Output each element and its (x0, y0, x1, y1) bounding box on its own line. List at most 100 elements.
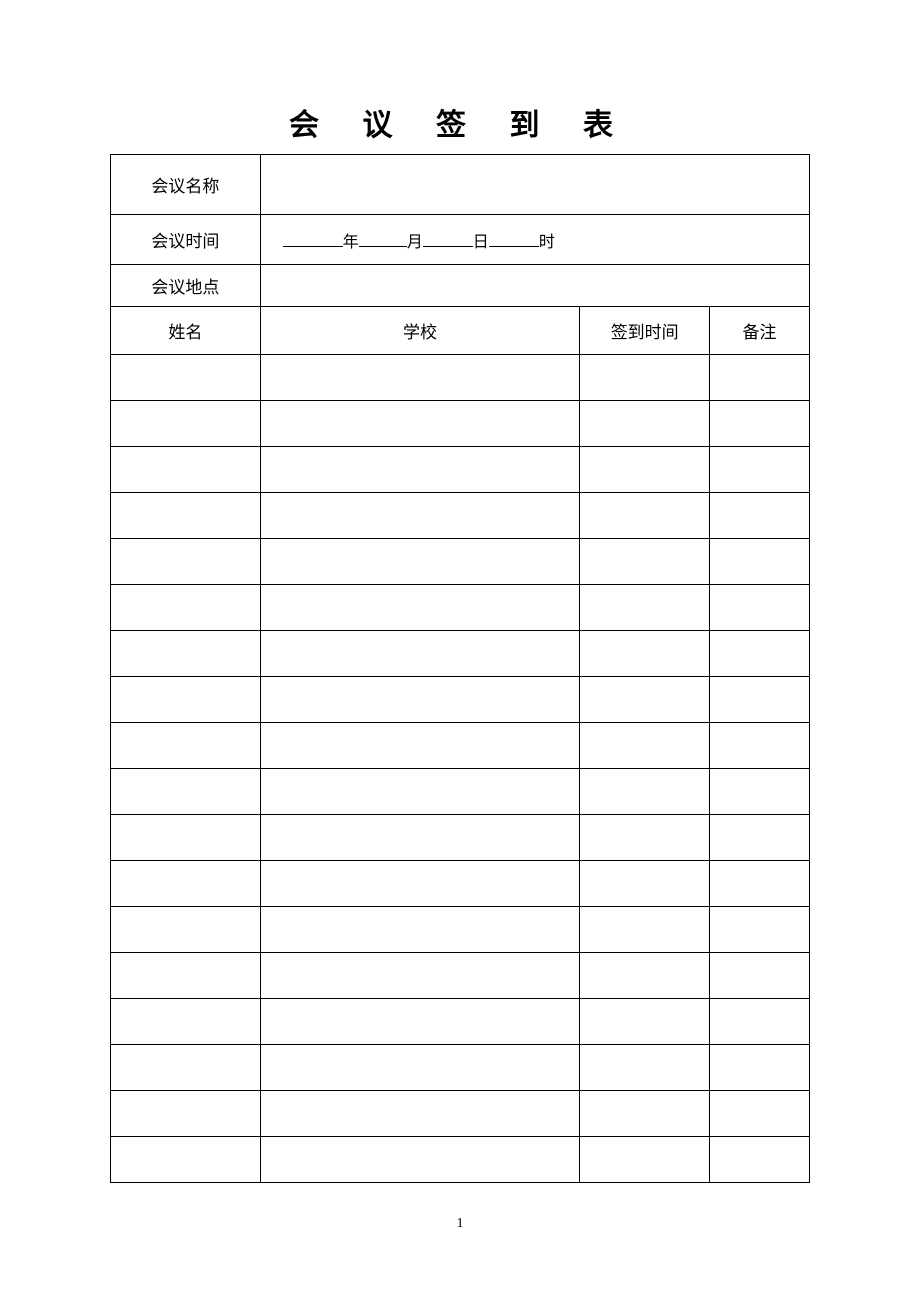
cell-remark (710, 401, 810, 447)
cell-checkin (580, 723, 710, 769)
cell-checkin (580, 1137, 710, 1183)
cell-name (111, 1091, 261, 1137)
cell-remark (710, 585, 810, 631)
cell-name (111, 999, 261, 1045)
cell-name (111, 447, 261, 493)
table-row (111, 1091, 810, 1137)
page-number: 1 (0, 1216, 920, 1232)
cell-remark (710, 723, 810, 769)
cell-name (111, 861, 261, 907)
value-meeting-name (260, 155, 809, 215)
cell-school (260, 1137, 580, 1183)
cell-school (260, 953, 580, 999)
cell-checkin (580, 585, 710, 631)
cell-name (111, 401, 261, 447)
label-meeting-location: 会议地点 (111, 265, 261, 307)
cell-remark (710, 355, 810, 401)
cell-remark (710, 493, 810, 539)
page-title: 会 议 签 到 表 (110, 100, 810, 144)
cell-checkin (580, 999, 710, 1045)
table-row (111, 677, 810, 723)
table-row (111, 953, 810, 999)
cell-school (260, 723, 580, 769)
cell-school (260, 1091, 580, 1137)
cell-remark (710, 677, 810, 723)
cell-remark (710, 447, 810, 493)
table-row (111, 401, 810, 447)
cell-checkin (580, 815, 710, 861)
blank-day (423, 230, 473, 247)
cell-checkin (580, 907, 710, 953)
col-header-checkin: 签到时间 (580, 307, 710, 355)
cell-name (111, 907, 261, 953)
cell-school (260, 1045, 580, 1091)
table-row (111, 355, 810, 401)
col-header-remark: 备注 (710, 307, 810, 355)
cell-school (260, 539, 580, 585)
cell-remark (710, 539, 810, 585)
label-meeting-time: 会议时间 (111, 215, 261, 265)
cell-school (260, 355, 580, 401)
blank-hour (489, 230, 539, 247)
cell-name (111, 539, 261, 585)
cell-checkin (580, 769, 710, 815)
cell-checkin (580, 953, 710, 999)
table-row (111, 631, 810, 677)
cell-checkin (580, 861, 710, 907)
blank-year (283, 230, 343, 247)
cell-school (260, 401, 580, 447)
cell-name (111, 677, 261, 723)
cell-checkin (580, 401, 710, 447)
cell-name (111, 493, 261, 539)
cell-school (260, 447, 580, 493)
cell-name (111, 1137, 261, 1183)
unit-year: 年 (343, 234, 359, 251)
col-header-name: 姓名 (111, 307, 261, 355)
signin-table: 会议名称 会议时间 年月日时 会议地点 姓名 学校 签到时间 备注 (110, 154, 810, 1183)
table-row (111, 539, 810, 585)
value-meeting-time: 年月日时 (260, 215, 809, 265)
cell-remark (710, 1091, 810, 1137)
cell-school (260, 631, 580, 677)
cell-name (111, 355, 261, 401)
unit-hour: 时 (539, 234, 555, 251)
cell-checkin (580, 539, 710, 585)
table-row (111, 769, 810, 815)
cell-name (111, 1045, 261, 1091)
cell-remark (710, 861, 810, 907)
cell-checkin (580, 1091, 710, 1137)
table-row (111, 999, 810, 1045)
cell-school (260, 999, 580, 1045)
cell-school (260, 769, 580, 815)
cell-remark (710, 953, 810, 999)
cell-checkin (580, 493, 710, 539)
table-row (111, 1137, 810, 1183)
cell-remark (710, 1137, 810, 1183)
cell-name (111, 815, 261, 861)
cell-school (260, 907, 580, 953)
cell-name (111, 585, 261, 631)
cell-name (111, 723, 261, 769)
cell-school (260, 677, 580, 723)
cell-remark (710, 907, 810, 953)
table-row (111, 1045, 810, 1091)
table-row (111, 723, 810, 769)
cell-school (260, 493, 580, 539)
cell-name (111, 631, 261, 677)
cell-school (260, 585, 580, 631)
cell-checkin (580, 355, 710, 401)
cell-checkin (580, 447, 710, 493)
unit-month: 月 (407, 234, 423, 251)
cell-name (111, 769, 261, 815)
blank-month (359, 230, 407, 247)
table-row (111, 447, 810, 493)
cell-checkin (580, 1045, 710, 1091)
table-row (111, 493, 810, 539)
table-row (111, 585, 810, 631)
unit-day: 日 (473, 234, 489, 251)
cell-remark (710, 999, 810, 1045)
cell-school (260, 815, 580, 861)
table-row (111, 861, 810, 907)
cell-remark (710, 631, 810, 677)
cell-remark (710, 815, 810, 861)
